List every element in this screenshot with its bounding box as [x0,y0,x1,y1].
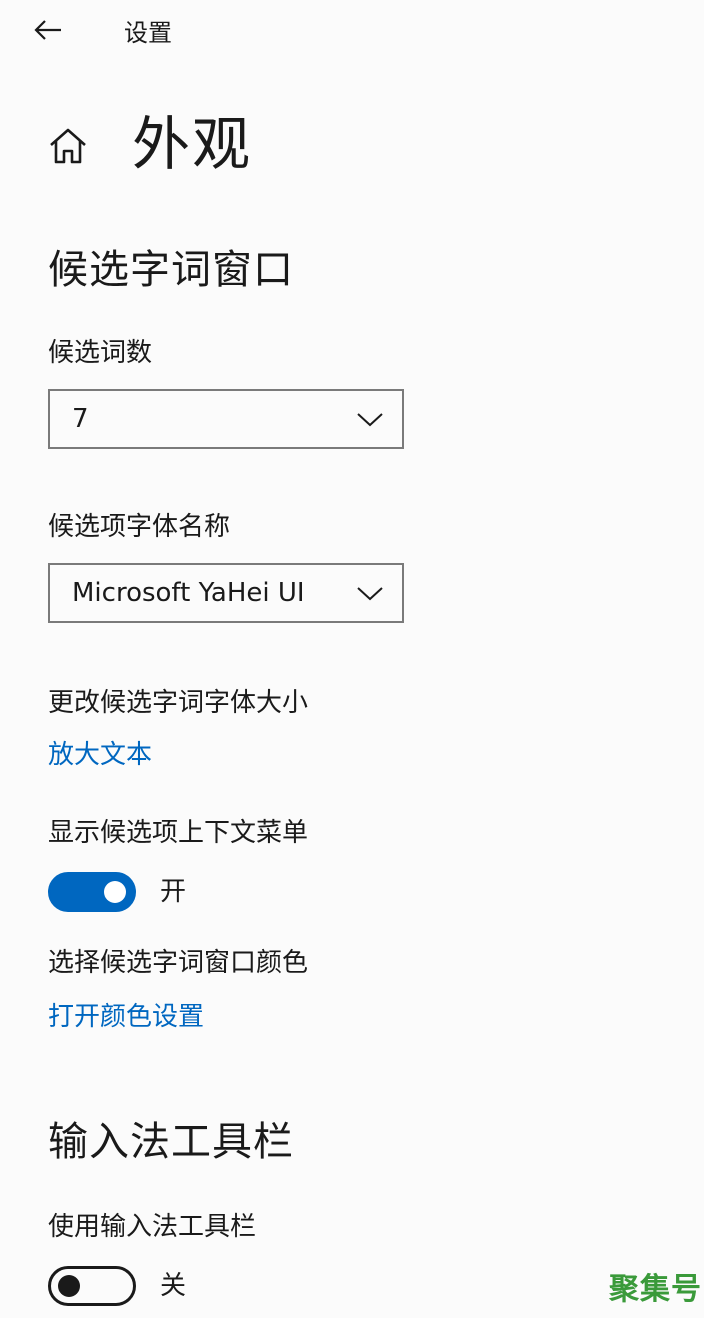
back-button[interactable] [30,14,66,50]
candidate-count-label: 候选词数 [48,338,153,368]
section-title-ime-toolbar: 输入法工具栏 [48,1119,294,1165]
window-title: 设置 [124,19,172,47]
candidate-count-dropdown[interactable]: 7 [48,389,404,449]
chevron-down-icon [356,409,384,429]
watermark-logo: 聚集号 [609,1272,702,1307]
arrow-left-icon [34,19,62,45]
font-name-value: Microsoft YaHei UI [72,578,305,608]
enlarge-text-link[interactable]: 放大文本 [48,738,152,772]
page-title: 外观 [132,110,253,178]
candidate-count-value: 7 [72,404,89,434]
context-menu-label: 显示候选项上下文菜单 [48,818,309,848]
section-title-candidate-window: 候选字词窗口 [48,247,294,293]
toggle-knob [58,1275,80,1297]
use-toolbar-toggle[interactable] [48,1266,136,1306]
context-menu-toggle-state: 开 [160,877,187,907]
open-color-settings-link[interactable]: 打开颜色设置 [48,1000,204,1034]
window-color-label: 选择候选字词窗口颜色 [48,948,309,978]
home-icon [48,127,88,169]
home-button[interactable] [46,126,90,170]
font-size-label: 更改候选字词字体大小 [48,688,309,718]
font-name-dropdown[interactable]: Microsoft YaHei UI [48,563,404,623]
use-toolbar-toggle-state: 关 [160,1271,187,1301]
use-toolbar-label: 使用输入法工具栏 [48,1212,257,1242]
toggle-knob [104,881,126,903]
chevron-down-icon [356,583,384,603]
context-menu-toggle[interactable] [48,872,136,912]
font-name-label: 候选项字体名称 [48,512,231,542]
